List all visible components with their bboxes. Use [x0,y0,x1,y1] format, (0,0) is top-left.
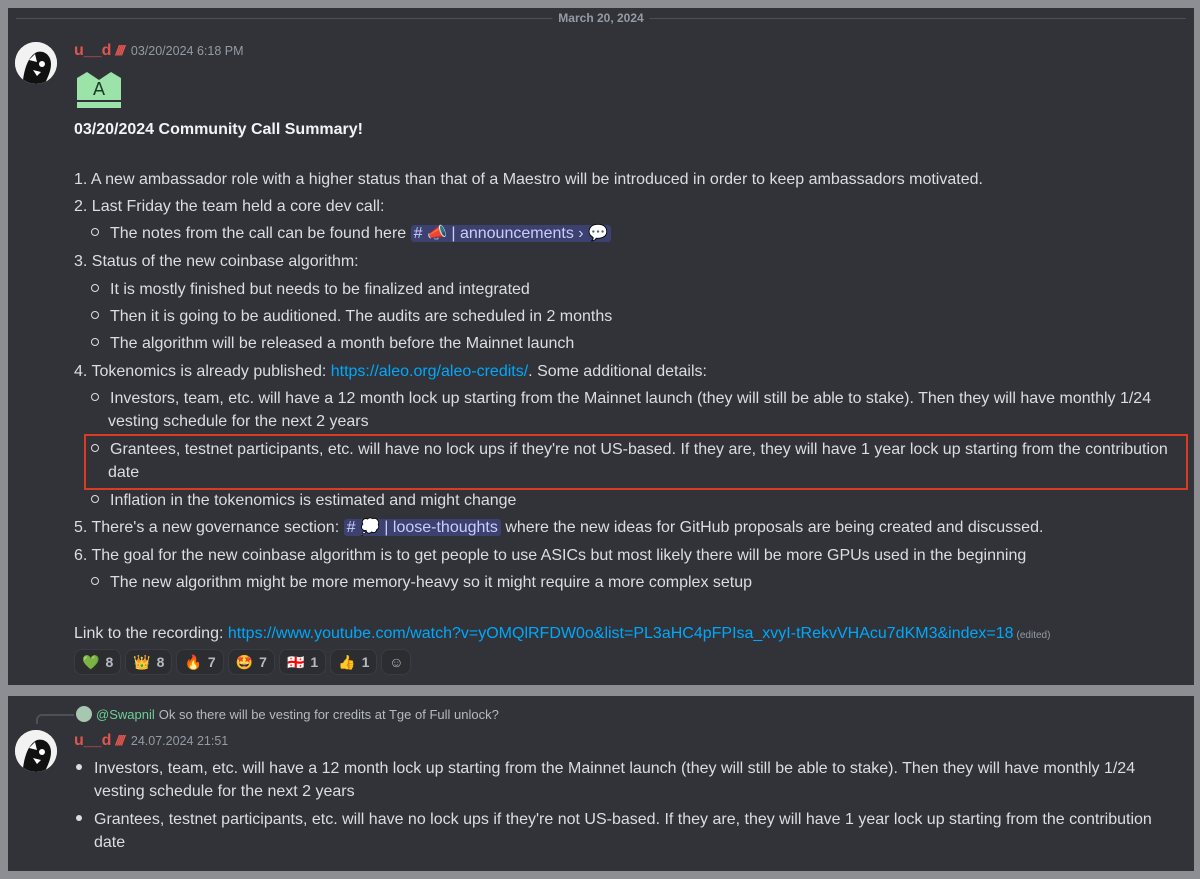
thumbs-up-icon: 👍 [338,653,356,670]
aleo-emoji-icon: A [74,70,124,110]
list-item-2: 2. Last Friday the team held a core dev … [74,198,385,215]
timestamp: 03/20/2024 6:18 PM [130,44,244,58]
add-reaction-button[interactable]: ☺ [381,649,412,675]
reactions-bar: 💚 8 👑 8 🔥 7 🤩 7 🇬🇪 1 👍 1 ☺ [74,649,412,675]
recording-line: Link to the recording: https://www.youtu… [74,625,1051,642]
thread-icon: 💬 [588,225,608,242]
list-item-4a: Investors, team, etc. will have a 12 mon… [91,388,1151,410]
reaction-green-heart[interactable]: 💚 8 [74,649,122,675]
list-item-6a: The new algorithm might be more memory-h… [91,572,752,594]
sub-bullet [91,444,99,452]
flag-icon: 🇬🇪 [286,653,305,670]
svg-text:A: A [93,79,106,100]
reply-author[interactable]: @Swapnil [96,707,155,722]
bullet-item-1: Investors, team, etc. will have a 12 mon… [76,758,1135,780]
list-item-4: 4. Tokenomics is already published: http… [74,363,707,380]
sub-bullet [91,311,99,319]
sub-bullet [91,495,99,503]
reaction-star-eyes[interactable]: 🤩 7 [227,649,275,675]
list-item-1: 1. A new ambassador role with a higher s… [74,171,983,188]
list-item-2a: The notes from the call can be found her… [91,223,611,245]
reply-preview[interactable]: @Swapnil Ok so there will be vesting for… [76,706,499,722]
reply-avatar [76,706,92,722]
bullet-item-2-cont: date [94,834,126,851]
list-item-6: 6. The goal for the new coinbase algorit… [74,547,1027,564]
author-name[interactable]: u__d [74,42,111,60]
list-item-4c: Inflation in the tokenomics is estimated… [91,490,516,512]
star-eyes-icon: 🤩 [235,653,254,670]
crown-icon: 👑 [133,653,151,670]
reaction-thumbs-up[interactable]: 👍 1 [330,649,378,675]
tokenomics-link[interactable]: https://aleo.org/aleo-credits/ [331,363,528,380]
avatar-image [15,730,57,772]
sub-bullet [91,577,99,585]
bullet [76,815,82,821]
list-item-3: 3. Status of the new coinbase algorithm: [74,253,359,270]
role-icon: //// [115,732,124,748]
avatar-image [15,42,57,84]
list-item-3c: The algorithm will be released a month b… [91,333,574,355]
sub-bullet [91,393,99,401]
message-panel-2: @Swapnil Ok so there will be vesting for… [8,696,1194,871]
list-item-3b: Then it is going to be auditioned. The a… [91,306,612,328]
list-item-5: 5. There's a new governance section: # 💭… [74,519,1044,536]
bullet [76,764,82,770]
reply-connector [36,714,74,724]
author-name[interactable]: u__d [74,732,111,750]
reaction-fire[interactable]: 🔥 7 [176,649,224,675]
message-header: u__d //// 24.07.2024 21:51 [74,732,228,750]
edited-label: (edited) [1016,630,1051,641]
sub-bullet [91,338,99,346]
date-divider-label: March 20, 2024 [552,11,650,25]
reply-text: Ok so there will be vesting for credits … [158,706,499,722]
bullet-item-2: Grantees, testnet participants, etc. wil… [76,809,1152,831]
date-divider: March 20, 2024 [8,8,1194,28]
avatar[interactable] [15,42,57,84]
list-item-3a: It is mostly finished but needs to be fi… [91,279,530,301]
fire-icon: 🔥 [184,653,202,670]
sub-bullet [91,284,99,292]
message-title: 03/20/2024 Community Call Summary! [74,121,364,138]
reaction-flag[interactable]: 🇬🇪 1 [278,649,327,675]
green-heart-icon: 💚 [82,653,100,670]
smiley-icon: ☺ [389,654,404,670]
bullet-item-1-cont: vesting schedule for the next 2 years [94,783,355,800]
reaction-crown[interactable]: 👑 8 [125,649,173,675]
avatar[interactable] [15,730,57,772]
list-item-4b: Grantees, testnet participants, etc. wil… [91,439,1168,461]
timestamp: 24.07.2024 21:51 [130,734,229,748]
role-icon: //// [115,42,124,58]
list-item-4a-cont: vesting schedule for the next 2 years [108,413,369,430]
recording-link[interactable]: https://www.youtube.com/watch?v=yOMQlRFD… [228,625,1014,642]
message-header: u__d //// 03/20/2024 6:18 PM [74,42,244,60]
sub-bullet [91,228,99,236]
channel-mention-loose-thoughts[interactable]: # 💭 | loose-thoughts [343,519,501,536]
message-panel-1: March 20, 2024 u__d //// 03/20/2024 6:18… [8,8,1194,685]
channel-mention-announcements[interactable]: # 📣 | announcements › 💬 [410,225,611,242]
list-item-4b-cont: date [108,464,140,481]
